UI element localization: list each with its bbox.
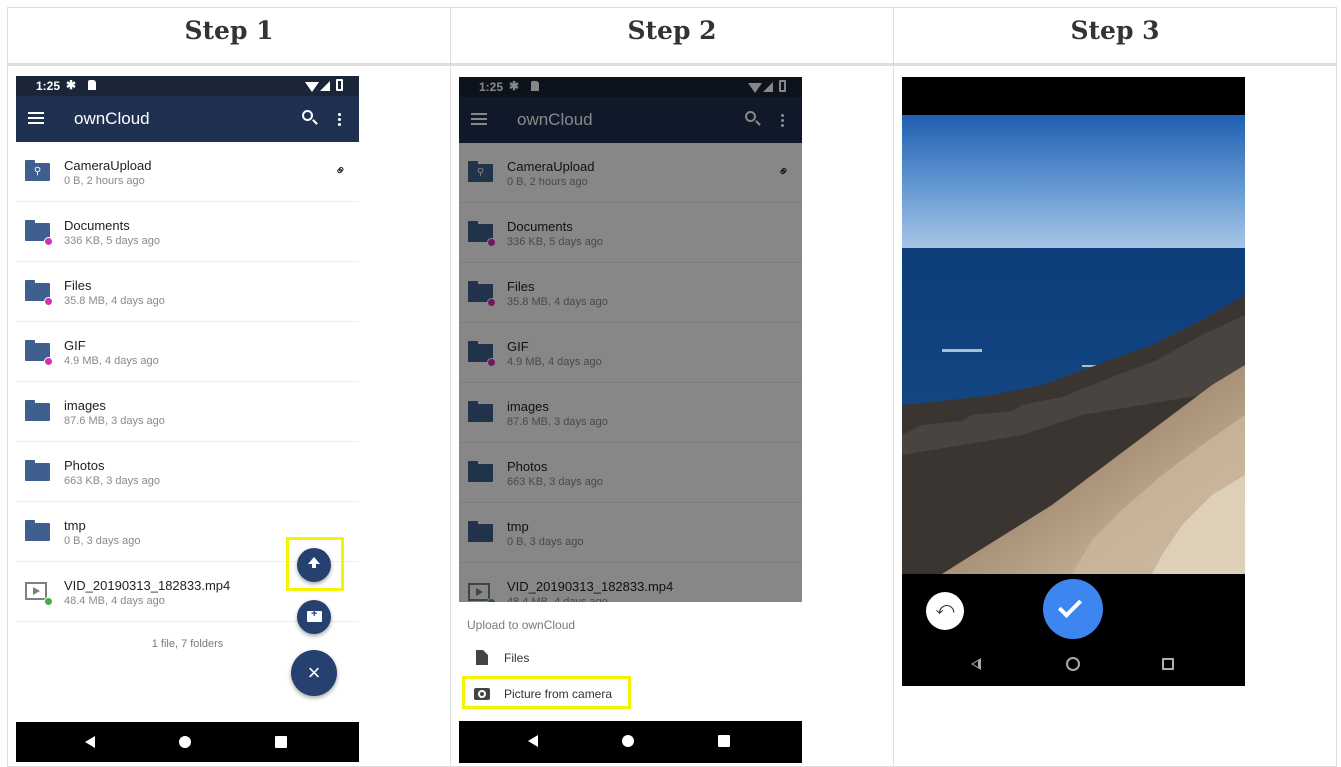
file-meta: 87.6 MB, 3 days ago xyxy=(64,415,165,427)
back-icon[interactable] xyxy=(85,736,95,748)
status-bar: 1:25 ✱ xyxy=(16,76,359,96)
step-1-title: Step 1 xyxy=(184,16,274,45)
upload-files-option[interactable]: Files xyxy=(459,642,802,676)
share-link-icon[interactable]: ⚭ xyxy=(331,160,351,180)
step-3-camera-screen xyxy=(902,77,1245,686)
new-folder-button[interactable] xyxy=(297,600,331,634)
app-title: ownCloud xyxy=(74,109,150,128)
file-meta: 0 B, 2 hours ago xyxy=(64,175,145,187)
home-icon[interactable] xyxy=(1066,657,1080,671)
seascape-photo xyxy=(902,115,1245,574)
home-icon[interactable] xyxy=(179,736,191,748)
file-meta: 0 B, 3 days ago xyxy=(64,535,141,547)
file-list-item[interactable]: Files 35.8 MB, 4 days ago xyxy=(16,262,359,322)
sd-card-icon xyxy=(88,80,96,90)
step-1-phone-screen: 1:25 ✱ ownCloud ⚲ CameraUpload 0 B, 2 hour… xyxy=(16,76,359,762)
file-count: 1 file, 7 folders xyxy=(151,638,224,650)
file-name: VID_20190313_182833.mp4 xyxy=(64,578,231,593)
file-name: GIF xyxy=(64,338,86,353)
step-2-phone-screen: 1:25 ✱ ownCloud ⚲ CameraUpload 0 B, 2 hour… xyxy=(459,77,802,763)
shared-badge-icon xyxy=(44,357,53,366)
close-fab-menu-button[interactable]: × xyxy=(291,650,337,696)
file-meta: 663 KB, 3 days ago xyxy=(64,475,161,487)
file-name: CameraUpload xyxy=(64,158,152,173)
android-nav-bar xyxy=(16,722,359,762)
video-file-icon xyxy=(25,582,47,600)
battery-icon xyxy=(336,79,343,91)
retake-button[interactable] xyxy=(926,592,964,630)
file-name: Photos xyxy=(64,458,105,473)
camera-controls xyxy=(902,574,1245,686)
folder-icon xyxy=(25,400,50,421)
wifi-icon xyxy=(305,82,319,92)
document-icon xyxy=(476,650,488,665)
back-icon[interactable] xyxy=(528,735,538,747)
file-name: Files xyxy=(64,278,92,293)
file-meta: 336 KB, 5 days ago xyxy=(64,235,161,247)
downloaded-badge-icon xyxy=(44,597,53,606)
file-list-item[interactable]: images 87.6 MB, 3 days ago xyxy=(16,382,359,442)
file-meta: 48.4 MB, 4 days ago xyxy=(64,595,165,607)
shared-badge-icon xyxy=(44,297,53,306)
file-name: images xyxy=(64,398,106,413)
file-meta: 4.9 MB, 4 days ago xyxy=(64,355,159,367)
create-folder-icon xyxy=(307,608,322,622)
file-list-item[interactable]: GIF 4.9 MB, 4 days ago xyxy=(16,322,359,382)
file-list-item[interactable]: Documents 336 KB, 5 days ago xyxy=(16,202,359,262)
column-divider xyxy=(450,7,451,767)
folder-icon xyxy=(25,520,50,541)
upload-button-highlight xyxy=(286,537,344,591)
link-folder-icon: ⚲ xyxy=(25,160,50,181)
column-divider xyxy=(893,7,894,767)
recents-icon[interactable] xyxy=(1162,658,1174,670)
upload-files-label: Files xyxy=(504,651,530,665)
signal-icon xyxy=(320,81,330,91)
file-name: tmp xyxy=(64,518,86,533)
search-icon[interactable] xyxy=(302,110,313,121)
folder-icon xyxy=(25,460,50,481)
settings-icon: ✱ xyxy=(66,78,77,92)
close-icon: × xyxy=(307,660,321,685)
upload-sheet-title: Upload to ownCloud xyxy=(467,618,576,632)
more-options-icon[interactable] xyxy=(338,112,341,126)
camera-top-bar xyxy=(902,77,1245,115)
home-icon[interactable] xyxy=(622,735,634,747)
app-bar: ownCloud xyxy=(16,96,359,142)
file-name: Documents xyxy=(64,218,130,233)
status-time: 1:25 xyxy=(36,79,61,93)
file-meta: 35.8 MB, 4 days ago xyxy=(64,295,165,307)
file-list-item[interactable]: ⚲ CameraUpload 0 B, 2 hours ago ⚭ xyxy=(16,142,359,202)
captured-photo xyxy=(902,115,1245,574)
recents-icon[interactable] xyxy=(275,736,287,748)
step-2-title: Step 2 xyxy=(627,16,717,45)
picture-from-camera-highlight xyxy=(462,676,631,709)
back-icon[interactable] xyxy=(971,658,981,670)
shared-badge-icon xyxy=(44,237,53,246)
confirm-photo-button[interactable] xyxy=(1043,579,1103,639)
check-icon xyxy=(1057,593,1083,619)
file-list-item[interactable]: Photos 663 KB, 3 days ago xyxy=(16,442,359,502)
recents-icon[interactable] xyxy=(718,735,730,747)
menu-icon[interactable] xyxy=(28,112,44,124)
step-3-title: Step 3 xyxy=(1070,16,1160,45)
android-nav-bar xyxy=(459,721,802,763)
